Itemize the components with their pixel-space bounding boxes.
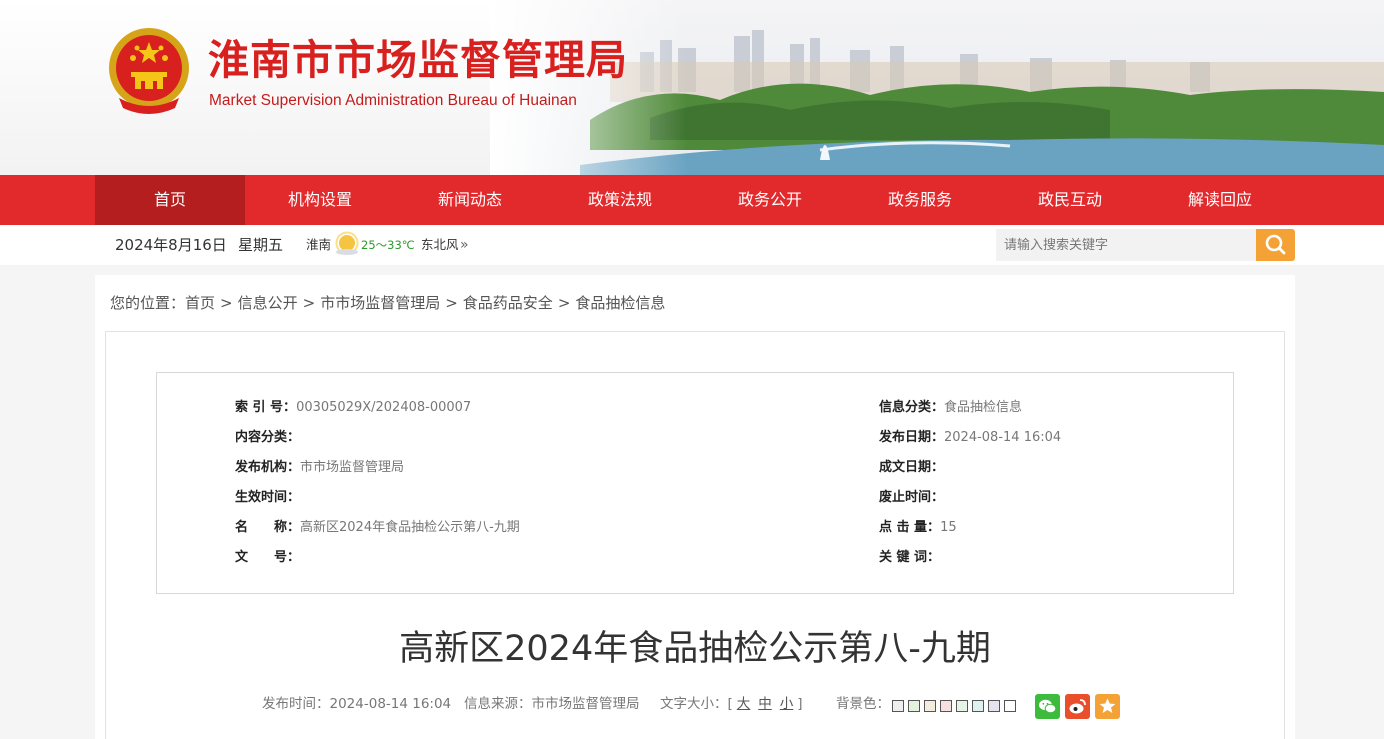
article-container: 索 引 号：00305029X/202408-00007 内容分类： 发布机构：…	[105, 331, 1285, 739]
search-input[interactable]	[996, 229, 1257, 261]
breadcrumb-separator: >	[220, 294, 233, 312]
font-size-medium-link[interactable]: 中	[758, 696, 772, 712]
background-color-label: 背景色：	[836, 696, 890, 712]
nav-policies[interactable]: 政策法规	[545, 175, 695, 225]
main-content: 您的位置：首页 > 信息公开 > 市市场监督管理局 > 食品药品安全 > 食品抽检信息 索 引 …	[95, 275, 1295, 739]
info-category: 信息分类：食品抽检信息	[879, 400, 1023, 415]
info-effective-date: 生效时间：	[235, 490, 301, 505]
site-banner: 淮南市市场监督管理局 Market Supervision Administra…	[0, 0, 1384, 175]
breadcrumb-separator: >	[302, 294, 316, 312]
breadcrumb-prefix: 您的位置：	[110, 294, 186, 312]
nav-organization[interactable]: 机构设置	[245, 175, 395, 225]
info-content-class: 内容分类：	[235, 430, 301, 445]
chevron-double-right-icon[interactable]: »	[460, 225, 469, 265]
info-clicks: 点 击 量：15	[879, 520, 957, 535]
favorite-star-icon	[1099, 698, 1116, 713]
breadcrumb-separator: >	[445, 294, 458, 312]
breadcrumb-food-inspection[interactable]: 食品抽检信息	[575, 294, 665, 312]
info-index-no: 索 引 号：00305029X/202408-00007	[235, 400, 472, 415]
breadcrumb-food-drug-safety[interactable]: 食品药品安全	[463, 294, 553, 312]
bg-swatch[interactable]	[972, 700, 984, 712]
font-size-control: 文字大小：[大中小]	[660, 692, 803, 716]
bg-swatch[interactable]	[924, 700, 936, 712]
weather-city: 淮南	[306, 237, 332, 252]
info-expire-date: 废止时间：	[879, 490, 945, 505]
breadcrumb-info-public[interactable]: 信息公开	[238, 294, 298, 312]
share-weibo-button[interactable]	[1065, 694, 1090, 719]
search-icon	[1265, 234, 1286, 255]
site-subtitle: Market Supervision Administration Bureau…	[209, 92, 577, 109]
article-title: 高新区2024年食品抽检公示第八-九期	[399, 629, 991, 669]
font-size-large-link[interactable]: 大	[737, 696, 751, 712]
document-info-table: 索 引 号：00305029X/202408-00007 内容分类： 发布机构：…	[156, 372, 1234, 594]
sun-icon	[335, 231, 359, 255]
search-button[interactable]	[1256, 229, 1295, 261]
weather-temperature: 25～33℃	[361, 238, 415, 252]
nav-interpretation[interactable]: 解读回应	[1145, 175, 1295, 225]
weibo-icon	[1069, 699, 1086, 714]
favorite-button[interactable]	[1095, 694, 1120, 719]
font-size-close: ]	[797, 696, 803, 712]
bg-swatch[interactable]	[892, 700, 904, 712]
main-nav: 首页 机构设置 新闻动态 政策法规 政务公开 政务服务 政民互动 解读回应	[0, 175, 1384, 225]
bg-swatch[interactable]	[940, 700, 952, 712]
info-written-date: 成文日期：	[879, 460, 945, 475]
article-publish-time: 发布时间：2024-08-14 16:04	[262, 696, 452, 712]
info-doc-no: 文 号：	[235, 550, 301, 565]
nav-news[interactable]: 新闻动态	[395, 175, 545, 225]
nav-interaction[interactable]: 政民互动	[995, 175, 1145, 225]
nav-government-affairs[interactable]: 政务公开	[695, 175, 845, 225]
breadcrumb: 您的位置：首页 > 信息公开 > 市市场监督管理局 > 食品药品安全 > 食品抽检信息	[110, 291, 665, 315]
info-name: 名 称：高新区2024年食品抽检公示第八-九期	[235, 520, 520, 535]
bg-swatch[interactable]	[908, 700, 920, 712]
font-size-label: 文字大小：[	[660, 696, 733, 712]
breadcrumb-bureau[interactable]: 市市场监督管理局	[320, 294, 440, 312]
info-publish-date: 发布日期：2024-08-14 16:04	[879, 430, 1062, 445]
info-publisher: 发布机构：市市场监督管理局	[235, 460, 405, 475]
bg-swatch[interactable]	[1004, 700, 1016, 712]
site-title: 淮南市市场监督管理局	[208, 36, 628, 84]
city-lake-banner-image	[490, 0, 1384, 175]
info-keywords: 关 键 词：	[879, 550, 941, 565]
breadcrumb-home[interactable]: 首页	[185, 294, 215, 312]
background-color-picker	[892, 700, 1016, 712]
article-source: 信息来源：市市场监督管理局	[464, 696, 640, 712]
nav-home[interactable]: 首页	[95, 175, 245, 225]
weather-wind: 东北风	[421, 237, 459, 252]
bg-swatch[interactable]	[988, 700, 1000, 712]
font-size-small-link[interactable]: 小	[780, 696, 794, 712]
current-date: 2024年8月16日	[115, 236, 227, 254]
current-weekday: 星期五	[238, 236, 284, 254]
bg-swatch[interactable]	[956, 700, 968, 712]
share-wechat-button[interactable]	[1035, 694, 1060, 719]
breadcrumb-separator: >	[557, 294, 571, 312]
national-emblem-logo	[109, 28, 189, 114]
wechat-icon	[1039, 699, 1057, 714]
nav-services[interactable]: 政务服务	[845, 175, 995, 225]
